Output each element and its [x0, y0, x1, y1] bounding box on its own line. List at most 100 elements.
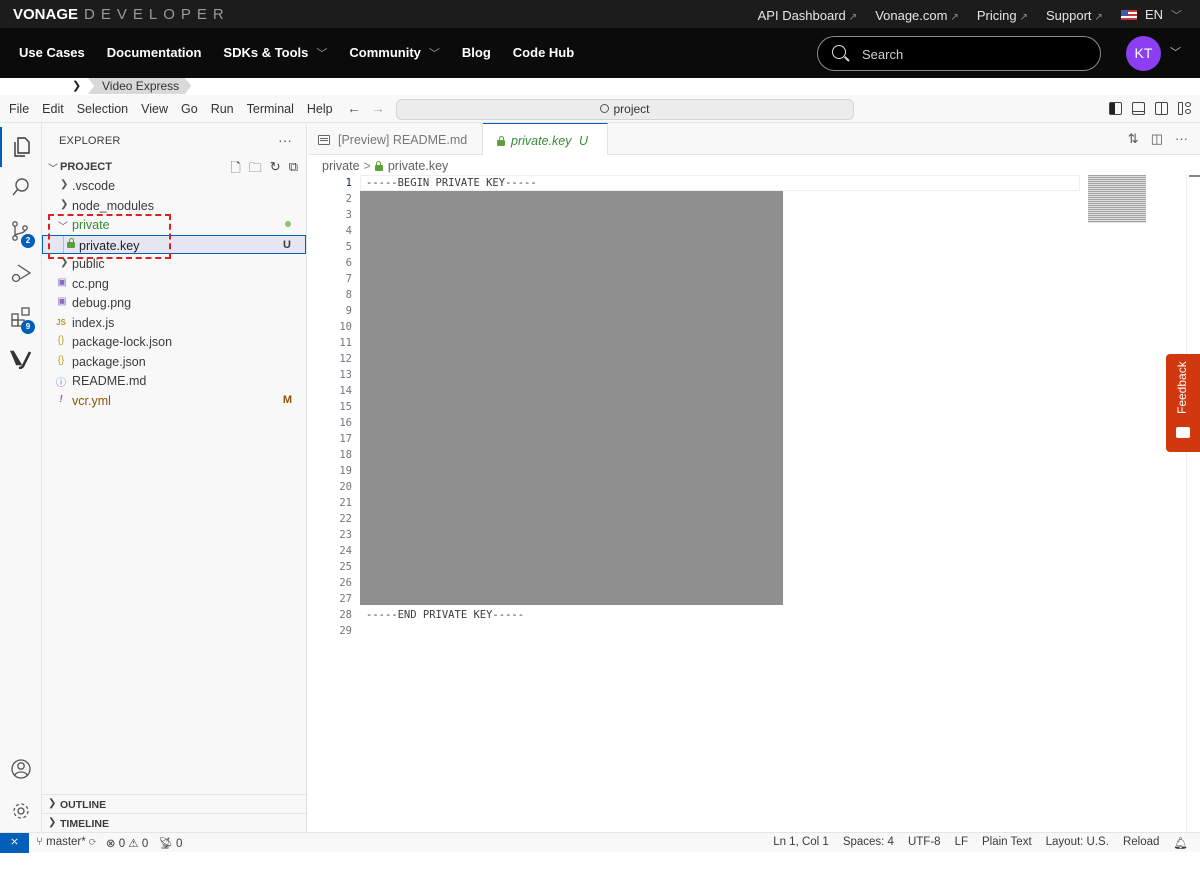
- menu-terminal[interactable]: Terminal: [247, 102, 294, 116]
- external-link-icon: ↗: [1094, 11, 1103, 23]
- tab-readme-preview[interactable]: [Preview] README.md: [308, 123, 483, 155]
- menu-selection[interactable]: Selection: [77, 102, 128, 116]
- nav-documentation[interactable]: Documentation: [107, 45, 202, 61]
- more-actions-icon[interactable]: ···: [278, 132, 292, 148]
- tree-item-package-json[interactable]: {} package.json: [42, 352, 306, 372]
- nav-sdks-tools[interactable]: SDKs & Tools ﹀: [223, 45, 327, 61]
- tree-item-private-key[interactable]: private.key U: [42, 234, 306, 254]
- extensions-activity[interactable]: 9: [0, 297, 42, 337]
- customize-layout-icon[interactable]: [1178, 102, 1191, 115]
- image-file-icon: ▣: [57, 276, 67, 288]
- chevron-down-icon[interactable]: ❯: [72, 79, 81, 92]
- more-actions-icon[interactable]: ···: [1175, 131, 1188, 147]
- breadcrumb-video-express[interactable]: Video Express: [88, 78, 192, 94]
- site-search[interactable]: [817, 36, 1101, 71]
- breadcrumb-private-key[interactable]: private.key: [388, 159, 448, 173]
- end-of-line[interactable]: LF: [955, 836, 968, 850]
- tree-item-vscode[interactable]: ❯ .vscode: [42, 176, 306, 196]
- line-number: 14: [339, 385, 352, 397]
- forward-arrow-icon[interactable]: →: [371, 100, 385, 116]
- keyboard-layout[interactable]: Layout: U.S.: [1046, 836, 1109, 850]
- tree-item-readme-md[interactable]: ⓘ README.md: [42, 371, 306, 391]
- compare-changes-icon[interactable]: ⇅: [1128, 131, 1139, 147]
- tree-item-vcr-yml[interactable]: ! vcr.yml M: [42, 391, 306, 411]
- tree-item-index-js[interactable]: JS index.js: [42, 313, 306, 333]
- indentation[interactable]: Spaces: 4: [843, 836, 894, 850]
- menu-help[interactable]: Help: [307, 102, 333, 116]
- menu-view[interactable]: View: [141, 102, 168, 116]
- chevron-down-icon[interactable]: ﹀: [1170, 44, 1181, 60]
- language-selector[interactable]: EN ﹀: [1120, 7, 1182, 23]
- source-control-activity[interactable]: 2: [0, 211, 42, 251]
- tree-item-cc-png[interactable]: ▣ cc.png: [42, 274, 306, 294]
- line-number: 28: [339, 609, 352, 621]
- feedback-button[interactable]: Feedback: [1166, 354, 1200, 452]
- project-section-header[interactable]: ﹀ PROJECT 🗋 🗀 ↻ ⧉: [42, 157, 306, 177]
- toggle-primary-sidebar-icon[interactable]: [1109, 102, 1122, 115]
- command-center[interactable]: project: [396, 99, 854, 120]
- pricing-link[interactable]: Pricing ↗: [977, 8, 1028, 23]
- manage-activity[interactable]: [0, 791, 42, 831]
- chevron-right-icon: ❯: [60, 257, 69, 268]
- nav-blog[interactable]: Blog: [462, 45, 491, 61]
- minimap[interactable]: [1088, 175, 1146, 223]
- branch-indicator[interactable]: ⑂ master* ⟳: [36, 836, 96, 850]
- branch-name: master*: [46, 836, 86, 848]
- editor-scrollbar[interactable]: [1186, 175, 1200, 832]
- vonage-logo[interactable]: VONAGE DEVELOPER: [13, 6, 230, 23]
- git-status-untracked: U: [283, 238, 291, 251]
- chevron-right-icon: ❯: [48, 798, 57, 809]
- split-editor-icon[interactable]: ◫: [1151, 131, 1163, 147]
- ports-indicator[interactable]: 📡︎ 0: [158, 836, 182, 850]
- menu-run[interactable]: Run: [211, 102, 234, 116]
- problems-indicator[interactable]: ⊗ 0 ⚠ 0: [106, 836, 148, 850]
- remote-indicator[interactable]: ⨯: [0, 833, 29, 853]
- tree-item-debug-png[interactable]: ▣ debug.png: [42, 293, 306, 313]
- line-number: 8: [345, 289, 352, 301]
- tree-item-public[interactable]: ❯ public: [42, 254, 306, 274]
- language-mode[interactable]: Plain Text: [982, 836, 1032, 850]
- run-debug-activity[interactable]: [0, 253, 42, 293]
- nav-community[interactable]: Community ﹀: [349, 45, 440, 61]
- bell-icon[interactable]: 🔔︎: [1173, 836, 1188, 850]
- line-number: 7: [345, 273, 352, 285]
- tab-private-key[interactable]: private.key U ✕: [483, 123, 608, 182]
- support-link[interactable]: Support ↗: [1046, 8, 1103, 23]
- chevron-down-icon: ﹀: [316, 48, 328, 60]
- tree-item-package-lock-json[interactable]: {} package-lock.json: [42, 332, 306, 352]
- file-tree: ❯ .vscode ❯ node_modules ﹀ private priva…: [42, 176, 306, 410]
- explorer-activity[interactable]: [0, 127, 42, 167]
- nav-use-cases[interactable]: Use Cases: [19, 45, 85, 61]
- json-file-icon: {}: [57, 354, 65, 366]
- breadcrumb-private[interactable]: private: [322, 159, 360, 173]
- menu-edit[interactable]: Edit: [42, 102, 64, 116]
- editor[interactable]: private > private.key 1 2 3 4 5 6 7 8 9 10 11 12 13 14 1…: [308, 155, 1200, 832]
- link-label: Pricing: [976, 7, 1017, 23]
- api-dashboard-link[interactable]: API Dashboard ↗: [758, 8, 858, 23]
- timeline-section[interactable]: ❯ TIMELINE: [42, 813, 306, 833]
- chevron-right-icon: >: [363, 159, 371, 173]
- tree-item-private-folder[interactable]: ﹀ private: [42, 215, 306, 235]
- menu-file[interactable]: File: [9, 102, 29, 116]
- line-number: 9: [345, 305, 352, 317]
- toggle-panel-icon[interactable]: [1132, 102, 1145, 115]
- project-label: PROJECT: [60, 161, 112, 173]
- menu-go[interactable]: Go: [181, 102, 198, 116]
- code-line-28: -----END PRIVATE KEY-----: [366, 609, 525, 621]
- vonage-com-link[interactable]: Vonage.com ↗: [875, 8, 959, 23]
- nav-code-hub[interactable]: Code Hub: [513, 45, 574, 61]
- back-arrow-icon[interactable]: ←: [347, 100, 361, 116]
- tree-item-node-modules[interactable]: ❯ node_modules: [42, 196, 306, 216]
- vonage-activity[interactable]: [0, 338, 42, 378]
- cursor-position[interactable]: Ln 1, Col 1: [773, 836, 829, 850]
- encoding[interactable]: UTF-8: [908, 836, 941, 850]
- image-file-icon: ▣: [57, 296, 67, 307]
- search-input[interactable]: [862, 45, 1082, 63]
- outline-section[interactable]: ❯ OUTLINE: [42, 794, 306, 814]
- user-avatar[interactable]: KT: [1126, 36, 1161, 71]
- account-icon: [11, 759, 31, 779]
- accounts-activity[interactable]: [0, 749, 42, 789]
- search-activity[interactable]: [0, 167, 42, 207]
- reload-button[interactable]: Reload: [1123, 836, 1159, 850]
- toggle-secondary-sidebar-icon[interactable]: [1155, 102, 1168, 115]
